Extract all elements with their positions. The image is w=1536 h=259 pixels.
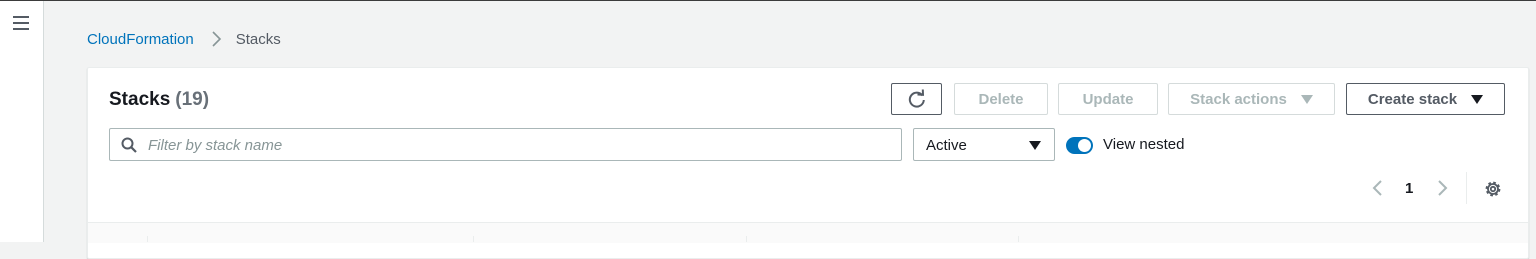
stack-actions-label: Stack actions — [1190, 90, 1287, 108]
column-separator — [1018, 236, 1019, 242]
side-navigation-collapsed — [0, 1, 44, 242]
view-nested-toggle[interactable] — [1066, 137, 1093, 154]
update-button[interactable]: Update — [1058, 83, 1158, 115]
view-nested-label: View nested — [1103, 136, 1185, 153]
toggle-knob — [1078, 139, 1091, 152]
delete-button[interactable]: Delete — [954, 83, 1048, 115]
search-input[interactable] — [146, 129, 890, 162]
pagination-divider — [1466, 172, 1467, 204]
panel-title-text: Stacks — [109, 89, 171, 110]
gear-icon[interactable] — [1483, 179, 1503, 199]
chevron-right-icon[interactable] — [1434, 178, 1450, 198]
menu-icon[interactable] — [12, 15, 30, 31]
breadcrumb: CloudFormation Stacks — [87, 30, 281, 48]
filter-stacks-field — [109, 128, 902, 162]
breadcrumb-current-stacks: Stacks — [235, 30, 281, 48]
column-separator — [147, 236, 148, 242]
stacks-count: (19) — [175, 89, 210, 110]
refresh-icon — [908, 89, 925, 108]
column-separator — [473, 236, 474, 242]
search-icon — [121, 137, 137, 153]
chevron-right-icon — [212, 31, 221, 47]
column-separator — [746, 236, 747, 242]
chevron-left-icon[interactable] — [1370, 178, 1386, 198]
caret-down-icon — [1029, 141, 1041, 150]
create-stack-button[interactable]: Create stack — [1346, 83, 1505, 115]
refresh-button[interactable] — [891, 83, 942, 115]
caret-down-icon — [1471, 94, 1484, 104]
table-header — [88, 222, 1528, 243]
stack-actions-button[interactable]: Stack actions — [1168, 83, 1335, 115]
create-stack-label: Create stack — [1367, 90, 1458, 108]
pagination-current-page[interactable]: 1 — [1405, 180, 1413, 197]
breadcrumb-cloudformation-link[interactable]: CloudFormation — [87, 31, 194, 48]
caret-down-icon — [1300, 94, 1313, 104]
status-filter-select[interactable]: Active — [913, 128, 1055, 161]
page-title: Stacks (19) — [109, 89, 209, 111]
status-filter-value: Active — [926, 137, 967, 154]
window-top-edge — [0, 0, 1536, 1]
